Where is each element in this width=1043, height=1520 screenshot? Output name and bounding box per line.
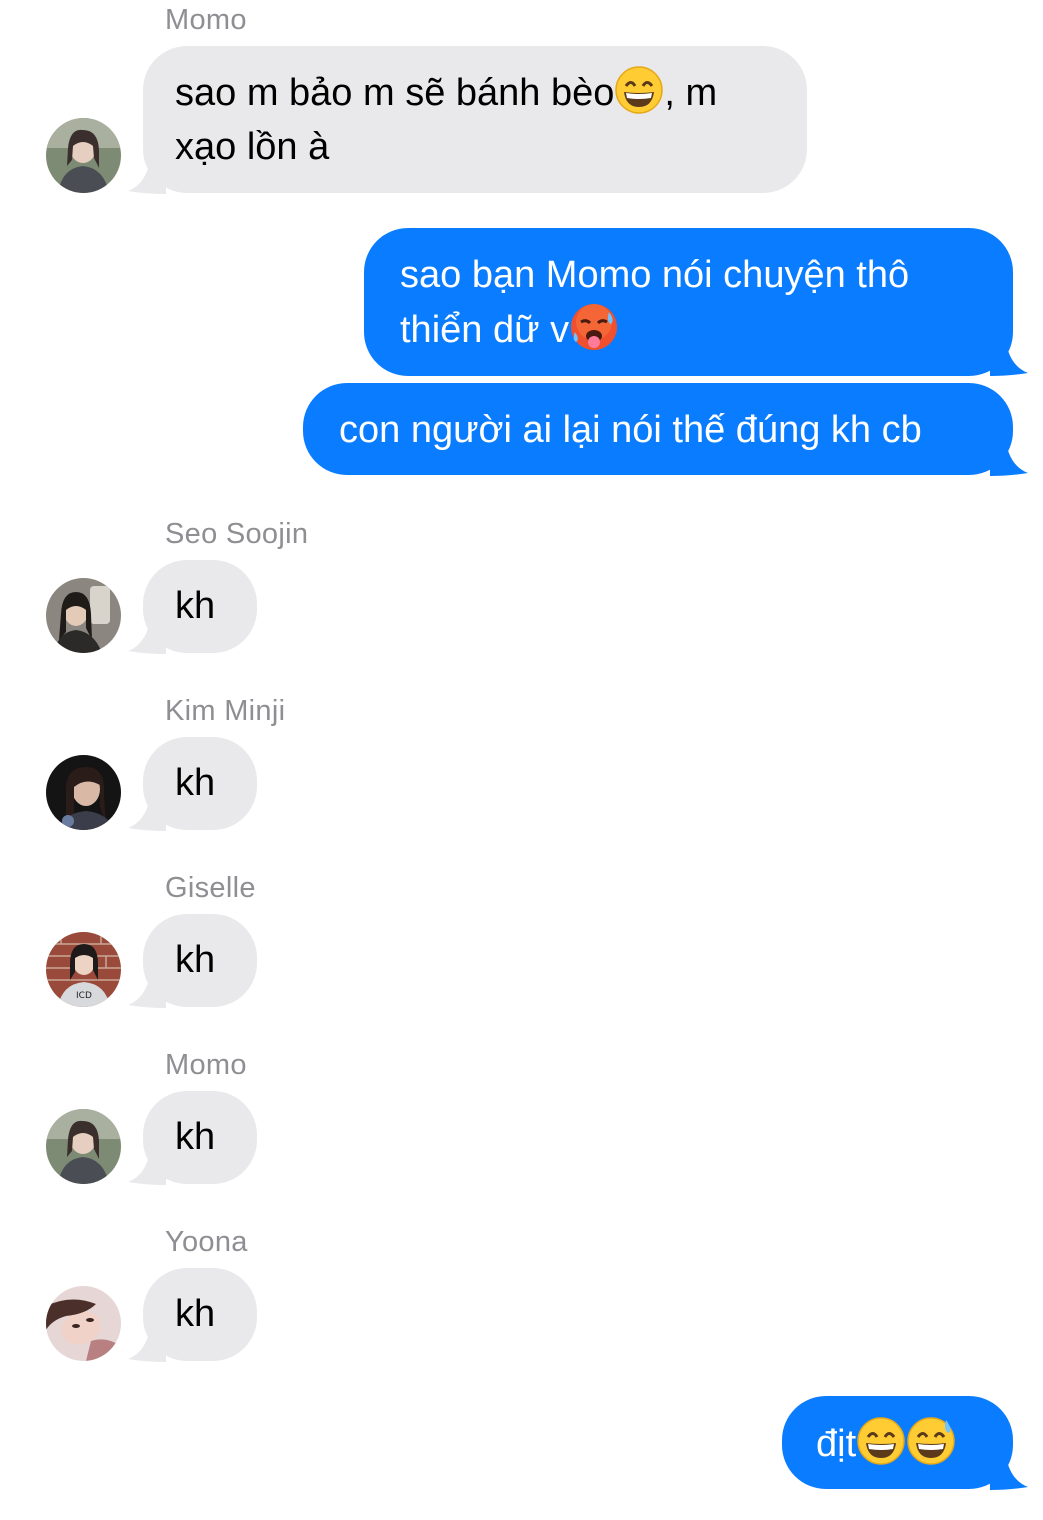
message-bubble-incoming[interactable]: kh [143, 737, 257, 830]
avatar-kim-minji[interactable] [46, 755, 121, 830]
message-bubble-incoming[interactable]: kh [143, 1268, 257, 1361]
grinning-face-emoji [614, 65, 664, 115]
message-text: sao bạn Momo nói chuyện thô thiển dữ v [400, 254, 910, 352]
message-bubble-incoming[interactable]: kh [143, 914, 257, 1007]
avatar-momo[interactable] [46, 1109, 121, 1184]
message-bubble-outgoing[interactable]: địt [782, 1396, 1013, 1489]
hot-face-emoji [569, 302, 619, 352]
message-text: con người ai lại nói thế đúng kh cb [339, 409, 922, 451]
message-text: kh [175, 762, 216, 804]
message-bubble-incoming[interactable]: kh [143, 1091, 257, 1184]
sender-name-seo-soojin: Seo Soojin [165, 518, 309, 550]
grinning-sweat-emoji [906, 1416, 956, 1466]
sender-name-giselle: Giselle [165, 872, 256, 904]
grinning-face-emoji [856, 1416, 906, 1466]
sender-name-momo: Momo [165, 4, 247, 36]
message-text: địt [816, 1417, 956, 1465]
avatar-seo-soojin[interactable] [46, 578, 121, 653]
avatar-giselle[interactable]: ICD [46, 932, 121, 1007]
avatar-momo[interactable] [46, 118, 121, 193]
sender-name-momo: Momo [165, 1049, 247, 1081]
message-bubble-outgoing[interactable]: sao bạn Momo nói chuyện thô thiển dữ v [364, 228, 1013, 376]
message-text: kh [175, 1293, 216, 1335]
message-bubble-outgoing[interactable]: con người ai lại nói thế đúng kh cb [303, 383, 1013, 475]
sender-name-kim-minji: Kim Minji [165, 695, 286, 727]
sender-name-yoona: Yoona [165, 1226, 248, 1258]
message-text: sao m bảo m sẽ bánh bèo, m xạo lồn à [175, 66, 717, 168]
message-text: kh [175, 939, 216, 981]
avatar-yoona[interactable] [46, 1286, 121, 1361]
message-bubble-incoming[interactable]: sao m bảo m sẽ bánh bèo, m xạo lồn à [143, 46, 807, 193]
svg-text:ICD: ICD [76, 991, 92, 1001]
message-text: kh [175, 1116, 216, 1158]
message-bubble-incoming[interactable]: kh [143, 560, 257, 653]
message-text: kh [175, 585, 216, 627]
